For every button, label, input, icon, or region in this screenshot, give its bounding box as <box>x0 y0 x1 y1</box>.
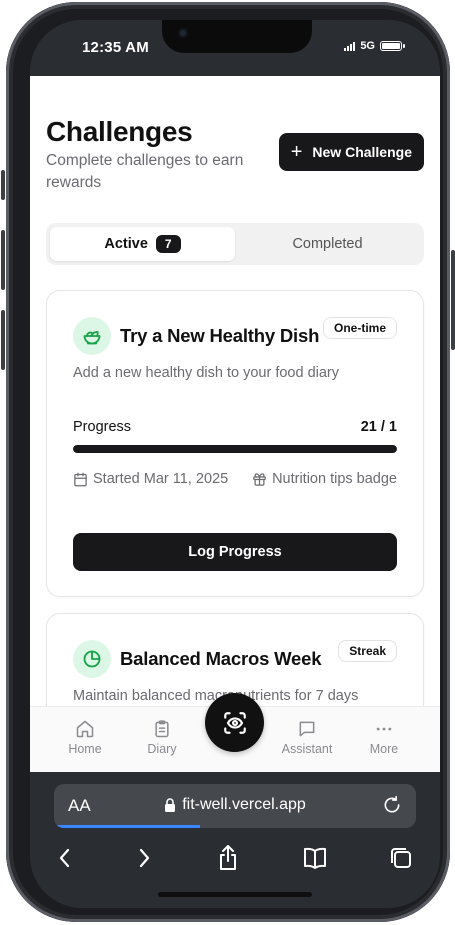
bottom-nav: Home Diary Assistant More <box>30 693 440 772</box>
pie-chart-icon <box>73 640 111 678</box>
reward: Nutrition tips badge <box>252 471 397 487</box>
challenge-type-badge: Streak <box>338 640 397 662</box>
active-count-badge: 7 <box>155 235 181 253</box>
progress-row: Progress 21 / 1 <box>73 419 397 435</box>
share-icon <box>220 845 236 870</box>
challenge-tabs: Active 7 Completed <box>46 223 424 265</box>
nav-more-label: More <box>369 742 399 756</box>
url-text: fit-well.vercel.app <box>182 796 306 813</box>
share-button[interactable] <box>213 844 243 872</box>
home-icon <box>76 720 94 738</box>
status-indicators: 5G <box>344 40 405 52</box>
phone-frame: 12:35 AM 5G Challenges Complete challeng… <box>1 2 455 922</box>
challenge-title: Try a New Healthy Dish <box>120 325 320 346</box>
lock-icon <box>165 798 176 812</box>
more-icon <box>376 727 392 731</box>
progress-value: 21 / 1 <box>360 419 397 435</box>
reload-button[interactable] <box>382 795 402 820</box>
calendar-icon <box>74 472 87 486</box>
scan-icon <box>223 711 246 734</box>
front-camera <box>178 28 188 38</box>
tab-active[interactable]: Active 7 <box>50 227 235 261</box>
reload-icon <box>384 795 400 813</box>
book-icon <box>304 847 326 869</box>
salad-icon <box>73 317 111 355</box>
chat-icon <box>299 721 315 737</box>
page-header: Challenges Complete challenges to earn r… <box>46 116 424 194</box>
url-display: fit-well.vercel.app <box>54 796 416 814</box>
challenge-description: Add a new healthy dish to your food diar… <box>73 365 339 381</box>
reward-text: Nutrition tips badge <box>272 471 397 487</box>
status-time: 12:35 AM <box>82 39 149 56</box>
progress-bar <box>73 445 397 453</box>
phone-screen: 12:35 AM 5G Challenges Complete challeng… <box>30 20 440 908</box>
back-button[interactable] <box>50 844 80 872</box>
nav-assistant-label: Assistant <box>281 742 333 756</box>
new-challenge-button[interactable]: + New Challenge <box>278 133 424 171</box>
start-date-text: Started Mar 11, 2025 <box>93 471 229 487</box>
nav-home-label: Home <box>68 742 102 756</box>
silent-switch <box>1 170 5 200</box>
tab-active-label: Active <box>104 236 148 252</box>
nav-home[interactable]: Home <box>54 719 116 756</box>
home-indicator <box>158 892 312 897</box>
browser-toolbar: AA fit-well.vercel.app <box>30 772 440 908</box>
start-date: Started Mar 11, 2025 <box>73 471 228 487</box>
progress-label: Progress <box>73 419 132 435</box>
battery-icon <box>380 41 405 51</box>
new-challenge-label: New Challenge <box>312 144 412 160</box>
clipboard-icon <box>155 720 169 738</box>
status-bar: 12:35 AM 5G <box>30 20 440 76</box>
log-progress-button[interactable]: Log Progress <box>73 533 397 571</box>
tab-completed-label: Completed <box>292 236 363 252</box>
web-content: Challenges Complete challenges to earn r… <box>30 76 440 772</box>
page-load-progress <box>54 825 200 828</box>
challenge-title: Balanced Macros Week <box>120 648 322 669</box>
gift-icon <box>253 472 266 486</box>
nav-more[interactable]: More <box>353 719 415 756</box>
volume-up-button <box>1 230 5 290</box>
power-button <box>451 250 455 350</box>
dynamic-island <box>162 20 312 53</box>
challenge-card: Try a New Healthy Dish One-time Add a ne… <box>46 290 424 597</box>
tabs-button[interactable] <box>386 844 416 872</box>
signal-icon <box>344 41 356 51</box>
scan-button[interactable] <box>205 693 264 752</box>
challenge-meta: Started Mar 11, 2025 Nutrition tips badg… <box>73 471 397 487</box>
plus-icon: + <box>290 141 303 163</box>
progress-bar-fill <box>73 445 397 453</box>
tabs-icon <box>391 848 411 868</box>
nav-diary-label: Diary <box>147 742 177 756</box>
forward-button[interactable] <box>129 844 159 872</box>
challenge-type-badge: One-time <box>322 317 397 339</box>
network-type: 5G <box>360 40 375 52</box>
tab-completed[interactable]: Completed <box>235 227 420 261</box>
chevron-left-icon <box>59 848 70 868</box>
chevron-right-icon <box>139 848 150 868</box>
nav-diary[interactable]: Diary <box>131 719 193 756</box>
nav-assistant[interactable]: Assistant <box>276 719 338 756</box>
address-bar[interactable]: AA fit-well.vercel.app <box>54 784 416 828</box>
page-subtitle: Complete challenges to earn rewards <box>46 152 244 191</box>
volume-down-button <box>1 310 5 370</box>
bookmarks-button[interactable] <box>300 844 330 872</box>
